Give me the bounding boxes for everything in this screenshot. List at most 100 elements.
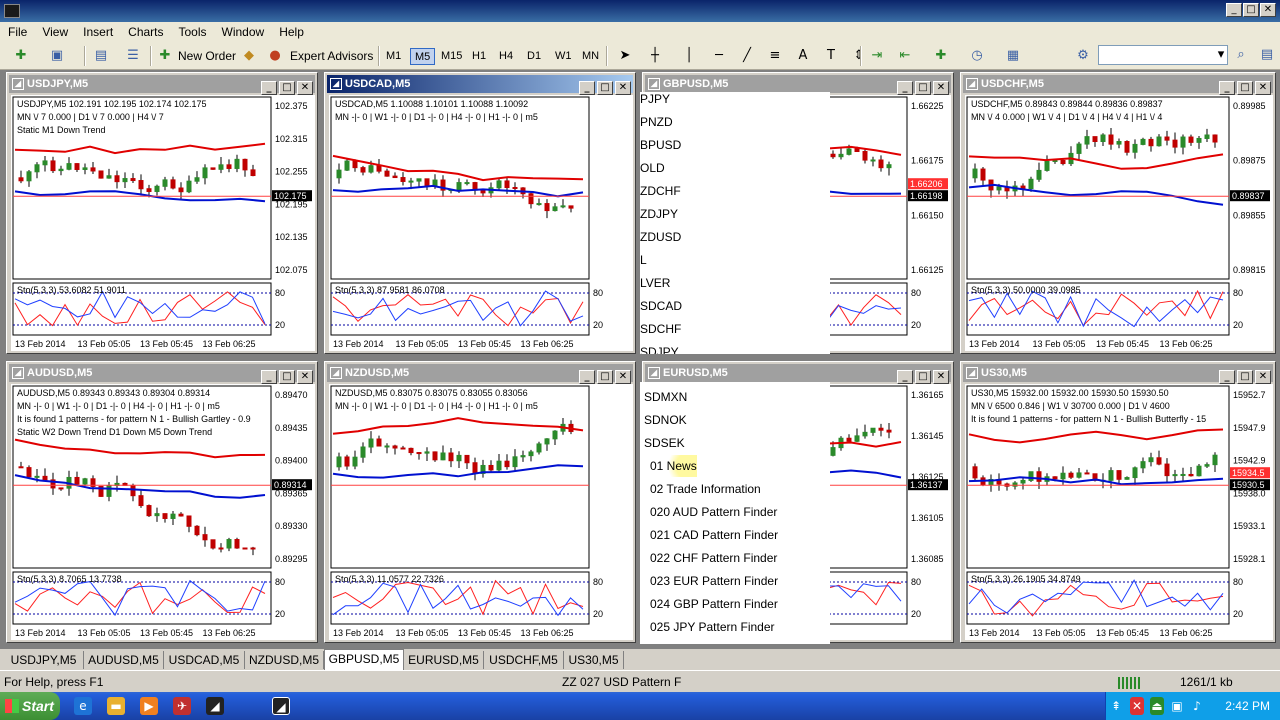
cursor-icon[interactable]: ➤ xyxy=(616,47,634,65)
profiles-icon[interactable]: ▣ xyxy=(48,47,66,65)
minimize-icon[interactable]: _ xyxy=(579,370,595,384)
timeframe-m5[interactable]: M5 xyxy=(410,48,436,65)
timeframe-m15[interactable]: M15 xyxy=(437,48,466,65)
timeframe-w1[interactable]: W1 xyxy=(551,48,576,65)
close-icon[interactable]: ✕ xyxy=(1255,370,1271,384)
symbol-list-item[interactable]: LVER xyxy=(640,272,670,294)
tray-arrow-icon[interactable]: ⇞ xyxy=(1110,697,1122,715)
media-player-icon[interactable]: ▶ xyxy=(140,697,158,715)
chart-shift-icon[interactable]: ⇤ xyxy=(896,47,914,65)
symbol-list-item[interactable]: ZDJPY xyxy=(640,203,678,225)
maximize-icon[interactable]: □ xyxy=(915,370,931,384)
timeframe-m1[interactable]: M1 xyxy=(382,48,405,65)
menu-tools[interactable]: Tools xyxy=(171,22,214,42)
arrows-icon[interactable]: ⇕ xyxy=(850,47,868,65)
close-icon[interactable]: ✕ xyxy=(1255,81,1271,95)
trendline-icon[interactable]: ╱ xyxy=(738,47,756,65)
maximize-icon[interactable]: □ xyxy=(1237,370,1253,384)
menu-view[interactable]: View xyxy=(34,22,75,42)
settings-icon[interactable]: ⚙ xyxy=(1074,47,1092,65)
chart-window-title[interactable]: ◢ EURUSD,M5 _ □ ✕ xyxy=(645,364,951,384)
symbol-list-item[interactable]: OLD xyxy=(640,157,665,179)
close-icon[interactable]: ✕ xyxy=(297,81,313,95)
vertical-line-icon[interactable]: │ xyxy=(680,47,698,65)
minimize-icon[interactable]: _ xyxy=(579,81,595,95)
chart-tab[interactable]: EURUSD,M5 xyxy=(404,651,484,669)
chart-window-title[interactable]: ◢ GBPUSD,M5 _ □ ✕ xyxy=(645,75,951,95)
maximize-icon[interactable]: □ xyxy=(1237,81,1253,95)
expert-advisors-button[interactable]: Expert Advisors xyxy=(290,46,373,66)
symbol-list-item[interactable]: 024 GBP Pattern Finder xyxy=(650,593,778,615)
maximize-button[interactable]: □ xyxy=(1243,3,1259,17)
close-icon[interactable]: ✕ xyxy=(297,370,313,384)
symbol-list-item[interactable]: PNZD xyxy=(640,111,673,133)
symbol-list-item[interactable]: 022 CHF Pattern Finder xyxy=(650,547,777,569)
indicators-icon[interactable]: ✚ xyxy=(932,47,950,65)
tray-network-icon[interactable]: ▣ xyxy=(1170,697,1184,715)
navigator-icon[interactable]: ☰ xyxy=(124,47,142,65)
minimize-button[interactable]: _ xyxy=(1226,3,1242,17)
search-input[interactable] xyxy=(1098,45,1228,65)
maximize-icon[interactable]: □ xyxy=(915,81,931,95)
tray-usb-icon[interactable]: ⏏ xyxy=(1150,697,1164,715)
chart-window-title[interactable]: ◢ USDCHF,M5 _ □ ✕ xyxy=(963,75,1273,95)
autoscroll-icon[interactable]: ⇥ xyxy=(868,47,886,65)
symbol-list-item[interactable]: 020 AUD Pattern Finder xyxy=(650,501,777,523)
symbol-list-item[interactable]: 021 CAD Pattern Finder xyxy=(650,524,778,546)
symbol-list-item[interactable]: 01 News xyxy=(650,455,697,477)
maximize-icon[interactable]: □ xyxy=(597,81,613,95)
chart-window-title[interactable]: ◢ AUDUSD,M5 _ □ ✕ xyxy=(9,364,315,384)
chart-window-title[interactable]: ◢ US30,M5 _ □ ✕ xyxy=(963,364,1273,384)
minimize-icon[interactable]: _ xyxy=(897,370,913,384)
maximize-icon[interactable]: □ xyxy=(279,370,295,384)
close-icon[interactable]: ✕ xyxy=(615,81,631,95)
chart-window-title[interactable]: ◢ NZDUSD,M5 _ □ ✕ xyxy=(327,364,633,384)
close-button[interactable]: ✕ xyxy=(1260,3,1276,17)
chart-window[interactable]: ◢ USDCAD,M5 _ □ ✕ USDCAD,M5 1.10088 1.10101 1… xyxy=(324,72,636,354)
close-icon[interactable]: ✕ xyxy=(615,370,631,384)
market-watch-icon[interactable]: ▤ xyxy=(92,47,110,65)
chart-window[interactable]: ◢ NZDUSD,M5 _ □ ✕ NZDUSD,M5 0.83075 0.83075 0… xyxy=(324,361,636,643)
chart-tab[interactable]: USDCHF,M5 xyxy=(484,651,564,669)
close-icon[interactable]: ✕ xyxy=(933,81,949,95)
metatrader-icon[interactable]: ◢ xyxy=(206,697,224,715)
chart-window[interactable]: ◢ USDCHF,M5 _ □ ✕ USDCHF,M5 0.89843 0.89844 0… xyxy=(960,72,1276,354)
help-icon[interactable]: ▤ xyxy=(1258,46,1276,64)
metatrader-task-icon[interactable]: ◢ xyxy=(272,697,290,715)
folder-icon[interactable]: ▬ xyxy=(107,697,125,715)
symbol-list-item[interactable]: SDSEK xyxy=(644,432,685,454)
menu-window[interactable]: Window xyxy=(214,22,272,42)
chart-tab[interactable]: GBPUSD,M5 xyxy=(324,649,404,670)
ie-icon[interactable]: e xyxy=(74,697,92,715)
chart-tab[interactable]: NZDUSD,M5 xyxy=(245,651,324,669)
search-icon[interactable]: ⌕ xyxy=(1232,46,1250,64)
menu-help[interactable]: Help xyxy=(271,22,311,42)
new-order-button[interactable]: New Order xyxy=(178,46,236,66)
symbol-list-item[interactable]: 025 JPY Pattern Finder xyxy=(650,616,775,638)
channel-icon[interactable]: ≡ xyxy=(766,47,784,65)
horizontal-line-icon[interactable]: ─ xyxy=(710,47,728,65)
minimize-icon[interactable]: _ xyxy=(1219,370,1235,384)
chart-tab[interactable]: AUDUSD,M5 xyxy=(84,651,164,669)
chart-tab[interactable]: USDJPY,M5 xyxy=(4,651,84,669)
crosshair-icon[interactable]: ┼ xyxy=(646,47,664,65)
chart-window-title[interactable]: ◢ USDCAD,M5 _ □ ✕ xyxy=(327,75,633,95)
minimize-icon[interactable]: _ xyxy=(897,81,913,95)
chart-window[interactable]: ◢ US30,M5 _ □ ✕ US30,M5 15932.00 15932.00 159… xyxy=(960,361,1276,643)
symbol-dropdown-top[interactable]: PJPY PNZD BPUSD OLD ZDCHF ZDJPY ZDUSD L LVER SDCA… xyxy=(640,92,830,354)
symbol-list-item[interactable]: ZDUSD xyxy=(640,226,681,248)
timeframe-h1[interactable]: H1 xyxy=(468,48,490,65)
symbol-list-item[interactable]: BPUSD xyxy=(640,134,681,156)
chevron-down-icon[interactable]: ▾ xyxy=(1212,46,1230,64)
symbol-list-item[interactable]: 02 Trade Information xyxy=(650,478,761,500)
chart-tab[interactable]: USDCAD,M5 xyxy=(164,651,245,669)
symbol-list-item[interactable]: SDCAD xyxy=(640,295,682,317)
timeframe-h4[interactable]: H4 xyxy=(495,48,517,65)
close-icon[interactable]: ✕ xyxy=(933,370,949,384)
chart-window[interactable]: ◢ AUDUSD,M5 _ □ ✕ AUDUSD,M5 0.89343 0.89343 0… xyxy=(6,361,318,643)
menu-charts[interactable]: Charts xyxy=(120,22,170,42)
symbol-list-item[interactable]: SDNOK xyxy=(644,409,687,431)
new-chart-icon[interactable]: ✚ xyxy=(12,47,30,65)
symbol-list-item[interactable]: 023 EUR Pattern Finder xyxy=(650,570,778,592)
minimize-icon[interactable]: _ xyxy=(261,370,277,384)
